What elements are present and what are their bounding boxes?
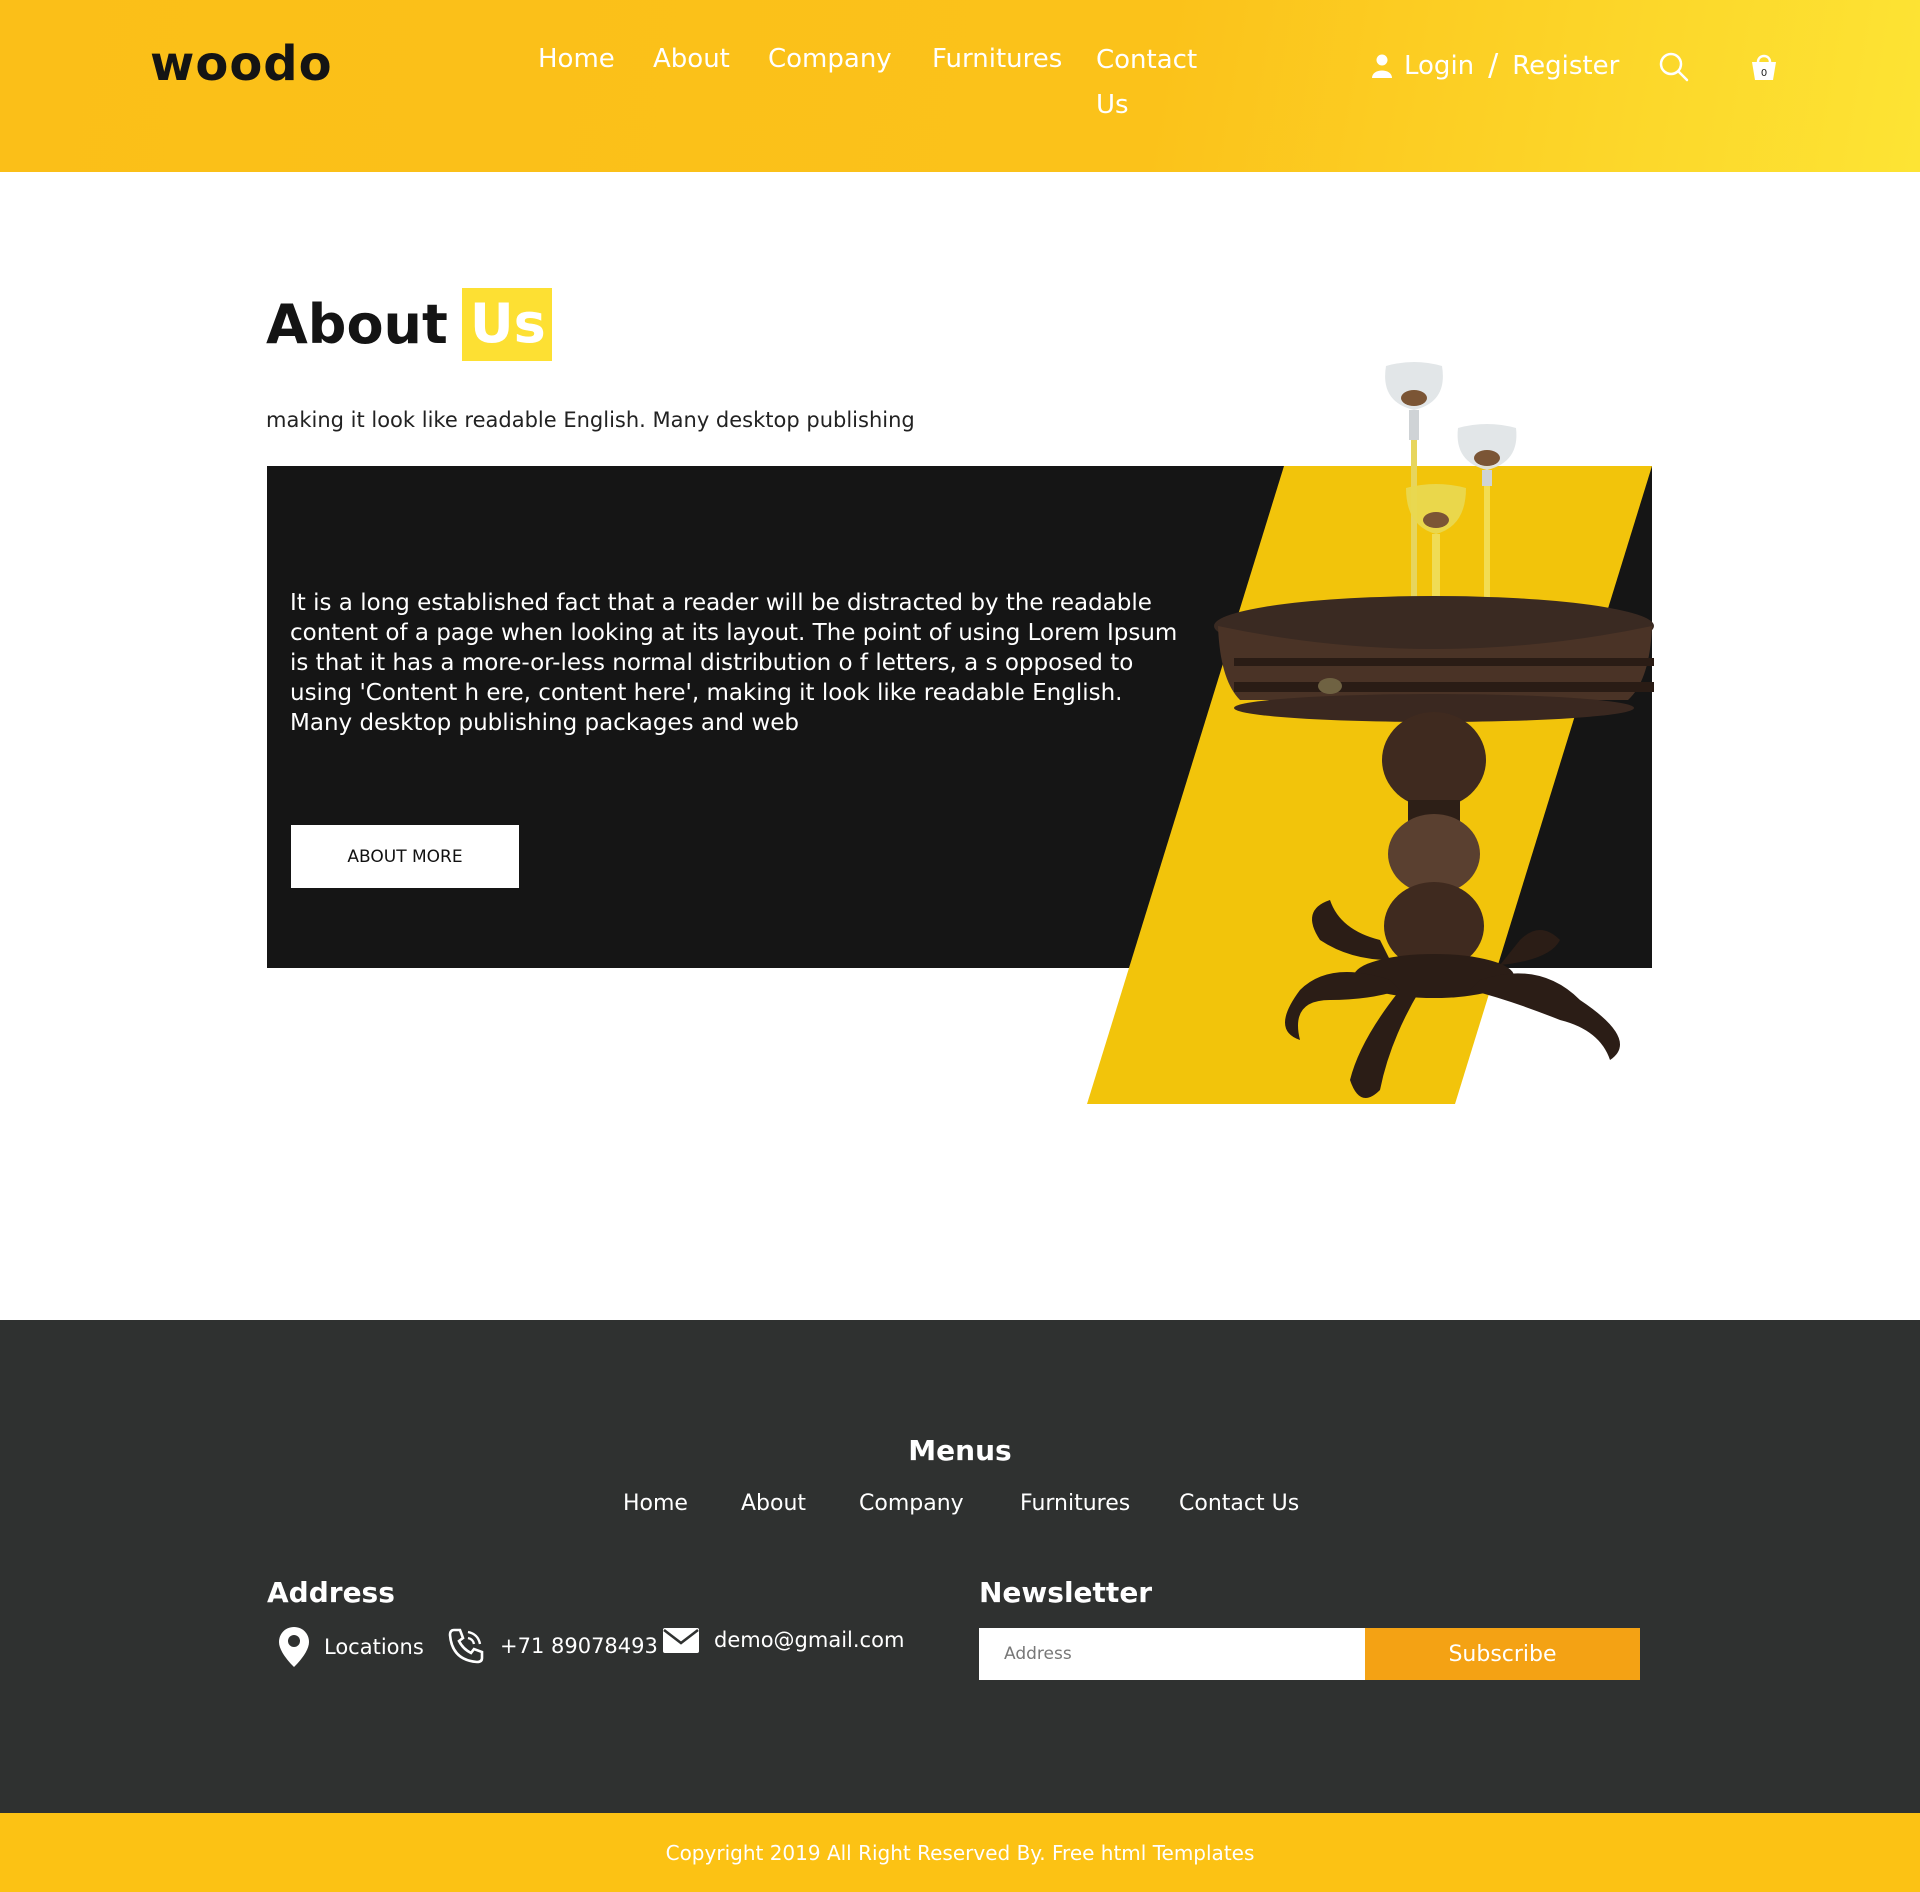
subscribe-button[interactable]: Subscribe [1365, 1628, 1640, 1680]
nav-furnitures[interactable]: Furnitures [932, 44, 1062, 74]
newsletter-title: Newsletter [979, 1576, 1153, 1609]
register-link[interactable]: Register [1512, 51, 1619, 81]
site-footer [0, 1320, 1920, 1813]
footer-menu-furnitures[interactable]: Furnitures [1020, 1491, 1130, 1516]
search-icon[interactable] [1657, 50, 1691, 84]
address-title: Address [267, 1576, 395, 1609]
site-header: woodo Home About Company Furnitures Cont… [0, 0, 1920, 172]
about-more-button[interactable]: ABOUT MORE [291, 825, 519, 888]
copyright-bar: Copyright 2019 All Right Reserved By. Fr… [0, 1813, 1920, 1892]
email-text: demo@gmail.com [714, 1628, 905, 1652]
footer-menu-contact-us[interactable]: Contact Us [1179, 1491, 1299, 1516]
copyright-text: Copyright 2019 All Right Reserved By. Fr… [665, 1840, 1255, 1865]
location-text: Locations [324, 1635, 424, 1659]
cart-count: 0 [1761, 68, 1767, 79]
about-title-text: About [266, 293, 448, 356]
nav-contact-us[interactable]: Contact Us [1096, 38, 1206, 128]
contact-phone[interactable]: +71 89078493 [446, 1626, 658, 1666]
newsletter-address-input[interactable] [979, 1628, 1365, 1680]
login-separator: / [1488, 48, 1499, 83]
nav-company[interactable]: Company [768, 44, 892, 74]
footer-menu-company[interactable]: Company [859, 1491, 964, 1516]
contact-email[interactable]: demo@gmail.com [662, 1626, 904, 1654]
cart-icon[interactable]: 0 [1747, 50, 1781, 84]
nav-about[interactable]: About [653, 44, 730, 74]
about-subtitle: making it look like readable English. Ma… [266, 408, 915, 432]
site-logo[interactable]: woodo [150, 36, 333, 92]
login-register: Login / Register [1372, 48, 1619, 83]
login-link[interactable]: Login [1404, 51, 1474, 81]
about-body-text: It is a long established fact that a rea… [290, 590, 1178, 736]
footer-menu-about[interactable]: About [741, 1491, 806, 1516]
location-pin-icon [279, 1627, 309, 1667]
phone-text: +71 89078493 [500, 1634, 658, 1658]
footer-menu-home[interactable]: Home [623, 1491, 688, 1516]
nav-home[interactable]: Home [538, 44, 615, 74]
mail-icon [663, 1628, 699, 1653]
about-title-highlight: Us [461, 288, 552, 361]
footer-menus-title: Menus [908, 1434, 1012, 1467]
about-title: About Us [266, 288, 552, 361]
user-icon [1372, 54, 1392, 78]
phone-icon [448, 1628, 484, 1664]
contact-location[interactable]: Locations [278, 1626, 424, 1668]
